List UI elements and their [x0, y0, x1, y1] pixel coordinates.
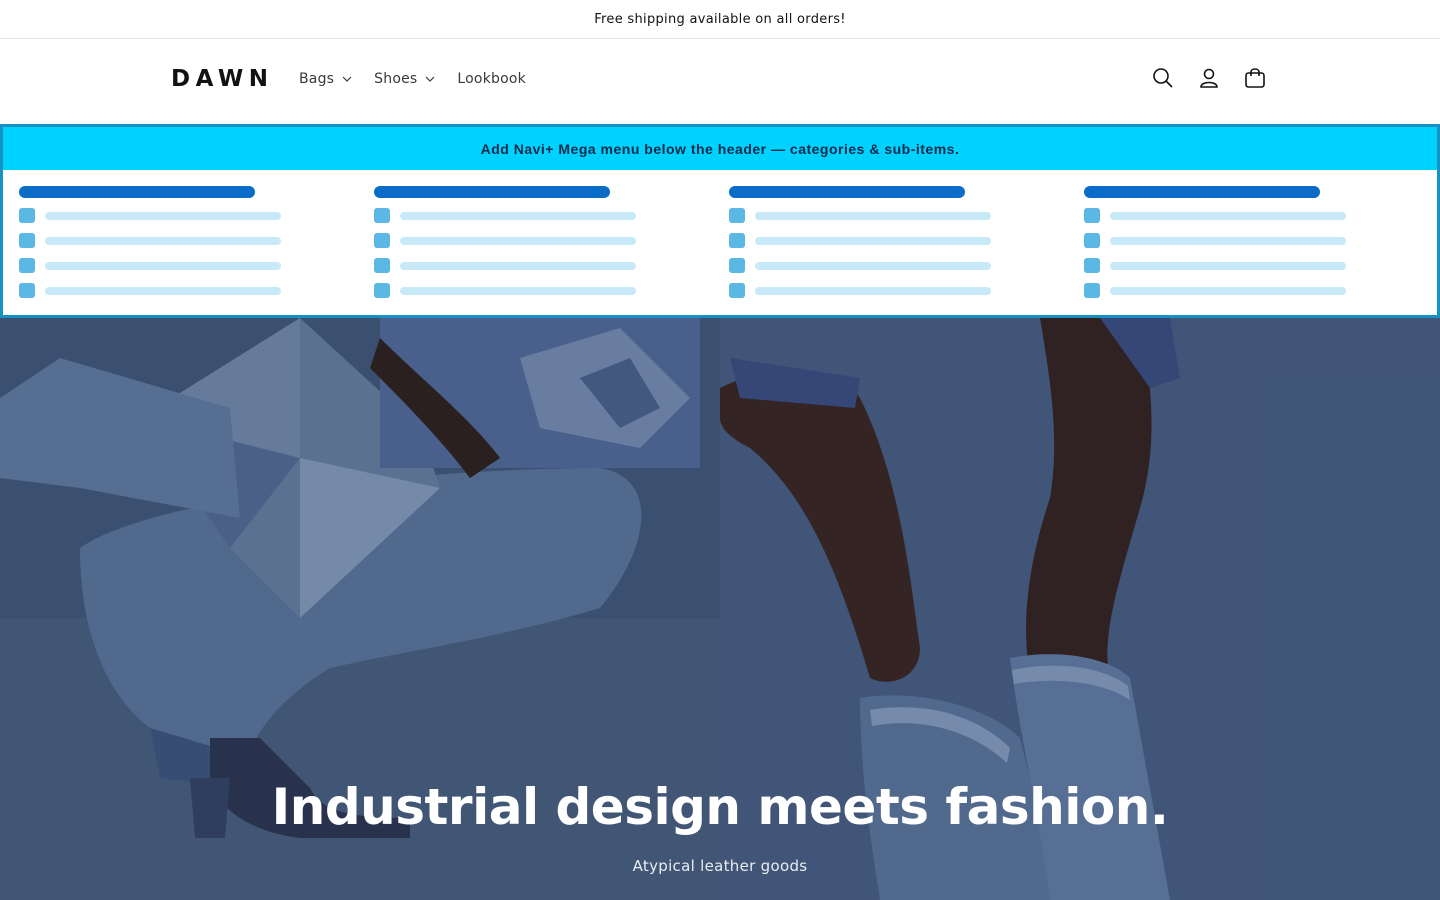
- nav-item-lookbook[interactable]: Lookbook: [457, 71, 526, 87]
- mega-menu-placeholder: Add Navi+ Mega menu below the header — c…: [0, 124, 1440, 318]
- nav-item-shoes[interactable]: Shoes: [374, 71, 435, 87]
- category-placeholder[interactable]: [19, 186, 255, 198]
- sub-item-bullet: [374, 283, 390, 298]
- sub-item-line: [755, 287, 991, 295]
- sub-item-placeholder[interactable]: [1084, 233, 1354, 249]
- search-icon: [1153, 68, 1173, 88]
- category-placeholder[interactable]: [1084, 186, 1320, 198]
- hero-title: Industrial design meets fashion.: [271, 778, 1169, 836]
- sub-item-line: [45, 237, 281, 245]
- sub-item-line: [755, 262, 991, 270]
- chevron-down-icon: [342, 76, 352, 82]
- cart-button[interactable]: [1242, 65, 1268, 91]
- nav-item-bags[interactable]: Bags: [299, 71, 352, 87]
- sub-item-bullet: [1084, 283, 1100, 298]
- sub-item-bullet: [729, 283, 745, 298]
- sub-item-placeholder[interactable]: [729, 233, 999, 249]
- sub-item-bullet: [19, 208, 35, 223]
- sub-item-bullet: [19, 283, 35, 298]
- sub-item-bullet: [729, 208, 745, 223]
- announcement-text: Free shipping available on all orders!: [594, 11, 846, 27]
- sub-item-line: [755, 237, 991, 245]
- sub-item-bullet: [729, 233, 745, 248]
- sub-item-line: [400, 262, 636, 270]
- mega-menu-banner: Add Navi+ Mega menu below the header — c…: [3, 127, 1437, 170]
- hero-banner: Industrial design meets fashion. Atypica…: [0, 318, 1440, 900]
- sub-item-placeholder[interactable]: [1084, 258, 1354, 274]
- sub-item-bullet: [19, 258, 35, 273]
- sub-item-placeholder[interactable]: [19, 258, 289, 274]
- sub-item-placeholder[interactable]: [1084, 208, 1354, 224]
- sub-item-line: [400, 287, 636, 295]
- announcement-bar: Free shipping available on all orders!: [0, 0, 1440, 39]
- sub-item-placeholder[interactable]: [19, 283, 289, 299]
- nav-item-label: Bags: [299, 71, 335, 87]
- sub-item-line: [1110, 262, 1346, 270]
- header-icons: [1150, 65, 1268, 91]
- sub-item-line: [45, 287, 281, 295]
- sub-item-placeholder[interactable]: [374, 258, 644, 274]
- sub-item-line: [45, 262, 281, 270]
- sub-item-bullet: [374, 233, 390, 248]
- sub-item-placeholder[interactable]: [1084, 283, 1354, 299]
- sub-item-line: [45, 212, 281, 220]
- sub-item-bullet: [729, 258, 745, 273]
- nav-item-label: Lookbook: [457, 71, 526, 87]
- sub-item-placeholder[interactable]: [729, 258, 999, 274]
- main-nav: Bags Shoes Lookbook: [299, 71, 548, 87]
- sub-item-bullet: [19, 233, 35, 248]
- category-placeholder[interactable]: [729, 186, 965, 198]
- mega-menu-columns: [3, 170, 1437, 315]
- sub-item-line: [1110, 237, 1346, 245]
- site-header: DAWN Bags Shoes Lookbook: [0, 39, 1440, 124]
- cart-icon: [1245, 68, 1265, 88]
- hero-subtitle: Atypical leather goods: [632, 857, 808, 875]
- sub-item-placeholder[interactable]: [19, 208, 289, 224]
- sub-item-line: [400, 212, 636, 220]
- mega-menu-banner-text: Add Navi+ Mega menu below the header — c…: [480, 140, 960, 157]
- sub-item-placeholder[interactable]: [374, 233, 644, 249]
- sub-item-line: [1110, 287, 1346, 295]
- account-icon: [1200, 68, 1218, 88]
- sub-item-line: [400, 237, 636, 245]
- search-button[interactable]: [1150, 65, 1176, 91]
- sub-item-placeholder[interactable]: [374, 208, 644, 224]
- sub-item-bullet: [1084, 233, 1100, 248]
- category-placeholder[interactable]: [374, 186, 610, 198]
- sub-item-bullet: [1084, 208, 1100, 223]
- sub-item-bullet: [1084, 258, 1100, 273]
- sub-item-line: [1110, 212, 1346, 220]
- sub-item-placeholder[interactable]: [729, 208, 999, 224]
- sub-item-placeholder[interactable]: [19, 233, 289, 249]
- sub-item-placeholder[interactable]: [374, 283, 644, 299]
- sub-item-bullet: [374, 258, 390, 273]
- sub-item-line: [755, 212, 991, 220]
- sub-item-bullet: [374, 208, 390, 223]
- account-button[interactable]: [1196, 65, 1222, 91]
- nav-item-label: Shoes: [374, 71, 418, 87]
- sub-item-placeholder[interactable]: [729, 283, 999, 299]
- store-logo[interactable]: DAWN: [171, 66, 273, 92]
- chevron-down-icon: [425, 76, 435, 82]
